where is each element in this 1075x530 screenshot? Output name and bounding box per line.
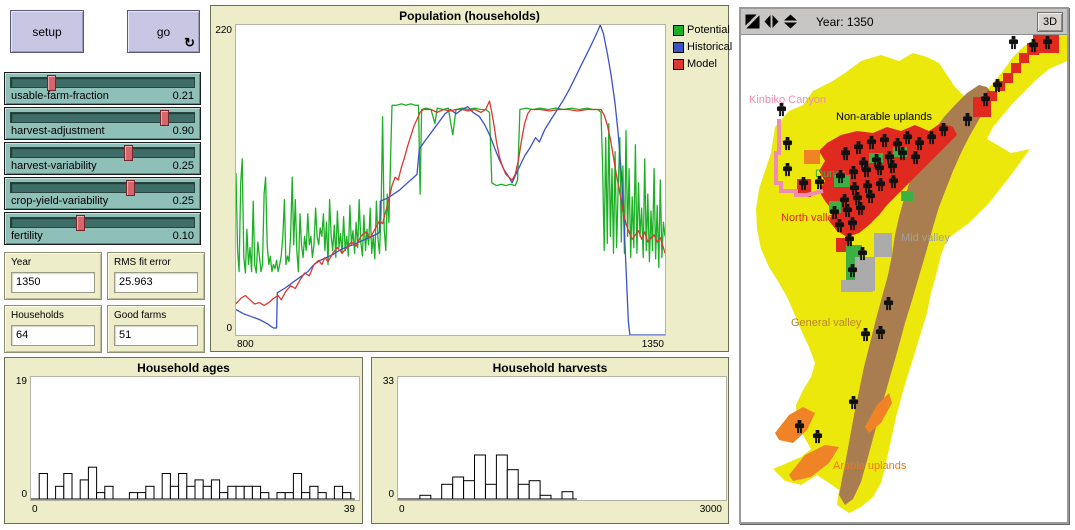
world-view: Year: 1350 3D xyxy=(739,7,1069,524)
slider-handle[interactable] xyxy=(47,75,56,91)
household-harvests-plot-area xyxy=(397,376,727,501)
map-label-general-valley: General valley xyxy=(791,317,862,329)
legend-swatch-potential xyxy=(673,25,684,36)
monitor-label: RMS fit error xyxy=(114,257,171,268)
legend-item-model: Model xyxy=(673,58,732,70)
x-axis-max-label: 3000 xyxy=(682,504,722,515)
monitor-year: Year 1350 xyxy=(4,252,102,300)
slider-value: 0.90 xyxy=(173,125,194,137)
world-map: Kinbiko Canyon Non-arable uplands Dunes … xyxy=(741,35,1067,522)
legend-item-historical: Historical xyxy=(673,41,732,53)
slider-track[interactable] xyxy=(10,182,195,193)
map-label-arable-uplands: Arable uplands xyxy=(833,460,907,472)
legend-swatch-model xyxy=(673,59,684,70)
3d-view-button[interactable]: 3D xyxy=(1037,12,1063,32)
slider-label: fertility xyxy=(11,230,43,242)
map-label-mid-valley: Mid valley xyxy=(901,232,950,244)
map-label-north-valley: North valley xyxy=(781,212,840,224)
plot-title: Population (households) xyxy=(211,9,728,23)
monitor-value: 51 xyxy=(114,325,198,346)
slider-handle[interactable] xyxy=(124,145,133,161)
vertical-shift-icon[interactable] xyxy=(783,14,798,29)
go-button-label: go xyxy=(157,25,170,39)
slider-label: crop-yield-variability xyxy=(11,195,108,207)
y-axis-max-label: 19 xyxy=(7,376,27,387)
legend-label: Potential xyxy=(687,24,730,36)
x-axis-min-label: 0 xyxy=(32,504,38,515)
household-ages-panel: Household ages 19 0 0 39 xyxy=(4,357,363,524)
x-axis-max-label: 1350 xyxy=(626,339,664,350)
slider-track[interactable] xyxy=(10,77,195,88)
map-label-kinbiko-canyon: Kinbiko Canyon xyxy=(749,94,826,106)
monitor-value: 1350 xyxy=(11,272,95,293)
monitor-good-farms: Good farms 51 xyxy=(107,305,205,353)
monitor-value: 25.963 xyxy=(114,272,198,293)
map-label-nonarable-uplands: Non-arable uplands xyxy=(836,111,933,123)
setup-button[interactable]: setup xyxy=(10,10,84,53)
slider-harvest-adjustment[interactable]: harvest-adjustment 0.90 xyxy=(4,107,201,140)
legend-label: Model xyxy=(687,58,717,70)
legend-label: Historical xyxy=(687,41,732,53)
monitor-label: Households xyxy=(11,310,64,321)
setup-button-label: setup xyxy=(32,25,61,39)
population-plot-canvas xyxy=(236,25,665,335)
y-axis-min-label: 0 xyxy=(374,489,394,500)
slider-value: 0.10 xyxy=(173,230,194,242)
slider-value: 0.25 xyxy=(173,160,194,172)
slider-value: 0.25 xyxy=(173,195,194,207)
plot-title: Household harvests xyxy=(372,361,728,375)
y-axis-min-label: 0 xyxy=(211,323,232,334)
household-harvests-panel: Household harvests 33 0 0 3000 xyxy=(371,357,729,524)
legend-swatch-historical xyxy=(673,42,684,53)
slider-label: harvest-adjustment xyxy=(11,125,105,137)
slider-harvest-variability[interactable]: harvest-variability 0.25 xyxy=(4,142,201,175)
monitor-value: 64 xyxy=(11,325,95,346)
household-ages-plot-area xyxy=(30,376,360,501)
monitor-label: Year xyxy=(11,257,31,268)
monitor-label: Good farms xyxy=(114,310,166,321)
slider-handle[interactable] xyxy=(126,180,135,196)
y-axis-min-label: 0 xyxy=(7,489,27,500)
forever-icon: ↻ xyxy=(184,35,195,51)
go-button[interactable]: go ↻ xyxy=(127,10,200,53)
view-size-icon[interactable] xyxy=(745,14,760,29)
household-ages-canvas xyxy=(31,377,359,500)
slider-usable-farm-fraction[interactable]: usable-farm-fraction 0.21 xyxy=(4,72,201,105)
monitor-rms-fit-error: RMS fit error 25.963 xyxy=(107,252,205,300)
slider-handle[interactable] xyxy=(160,110,169,126)
y-axis-max-label: 220 xyxy=(211,25,232,36)
y-axis-max-label: 33 xyxy=(374,376,394,387)
slider-crop-yield-variability[interactable]: crop-yield-variability 0.25 xyxy=(4,177,201,210)
slider-fertility[interactable]: fertility 0.10 xyxy=(4,212,201,245)
view-year-label: Year: 1350 xyxy=(816,15,874,29)
slider-value: 0.21 xyxy=(173,90,194,102)
slider-handle[interactable] xyxy=(76,215,85,231)
horizontal-shift-icon[interactable] xyxy=(764,14,779,29)
monitor-households: Households 64 xyxy=(4,305,102,353)
slider-label: harvest-variability xyxy=(11,160,97,172)
slider-track[interactable] xyxy=(10,147,195,158)
legend-item-potential: Potential xyxy=(673,24,732,36)
household-harvests-canvas xyxy=(398,377,726,500)
x-axis-max-label: 39 xyxy=(325,504,355,515)
population-plot-panel: Population (households) 220 0 800 1350 P… xyxy=(210,5,729,352)
x-axis-min-label: 800 xyxy=(237,339,254,350)
plot-legend: Potential Historical Model xyxy=(673,24,732,75)
population-plot-area xyxy=(235,24,666,336)
slider-track[interactable] xyxy=(10,217,195,228)
plot-title: Household ages xyxy=(5,361,362,375)
world-view-toolbar: Year: 1350 3D xyxy=(741,9,1067,35)
slider-label: usable-farm-fraction xyxy=(11,90,109,102)
netlogo-interface: setup go ↻ usable-farm-fraction 0.21 har… xyxy=(0,0,1075,530)
x-axis-min-label: 0 xyxy=(399,504,405,515)
